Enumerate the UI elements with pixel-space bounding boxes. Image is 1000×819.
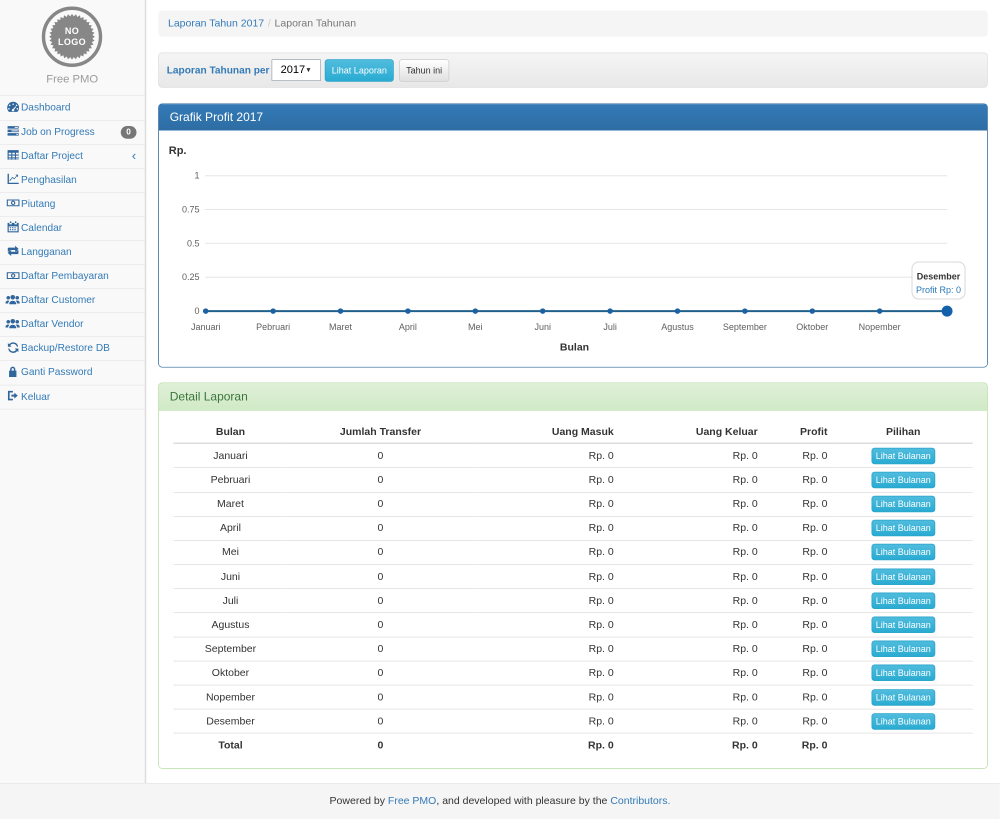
svg-text:Pebruari: Pebruari (256, 322, 290, 332)
svg-text:LOGO: LOGO (58, 37, 86, 47)
svg-text:Bulan: Bulan (560, 342, 589, 354)
svg-text:Agustus: Agustus (661, 322, 694, 332)
svg-text:Januari: Januari (191, 322, 221, 332)
svg-text:0: 0 (195, 306, 200, 316)
svg-text:Maret: Maret (329, 322, 353, 332)
svg-text:Oktober: Oktober (796, 322, 828, 332)
svg-text:0.25: 0.25 (182, 272, 200, 282)
svg-text:0.5: 0.5 (187, 238, 200, 248)
svg-text:Mei: Mei (468, 322, 483, 332)
svg-text:Nopember: Nopember (859, 322, 901, 332)
svg-text:September: September (723, 322, 767, 332)
svg-text:April: April (399, 322, 417, 332)
svg-text:1: 1 (195, 171, 200, 181)
svg-text:0.75: 0.75 (182, 205, 200, 215)
svg-text:Rp.: Rp. (169, 145, 187, 157)
svg-text:Juni: Juni (535, 322, 552, 332)
svg-text:Desember: Desember (917, 271, 961, 281)
svg-text:Profit Rp: 0: Profit Rp: 0 (916, 285, 961, 295)
svg-text:NO: NO (65, 26, 79, 36)
svg-text:Juli: Juli (604, 322, 618, 332)
